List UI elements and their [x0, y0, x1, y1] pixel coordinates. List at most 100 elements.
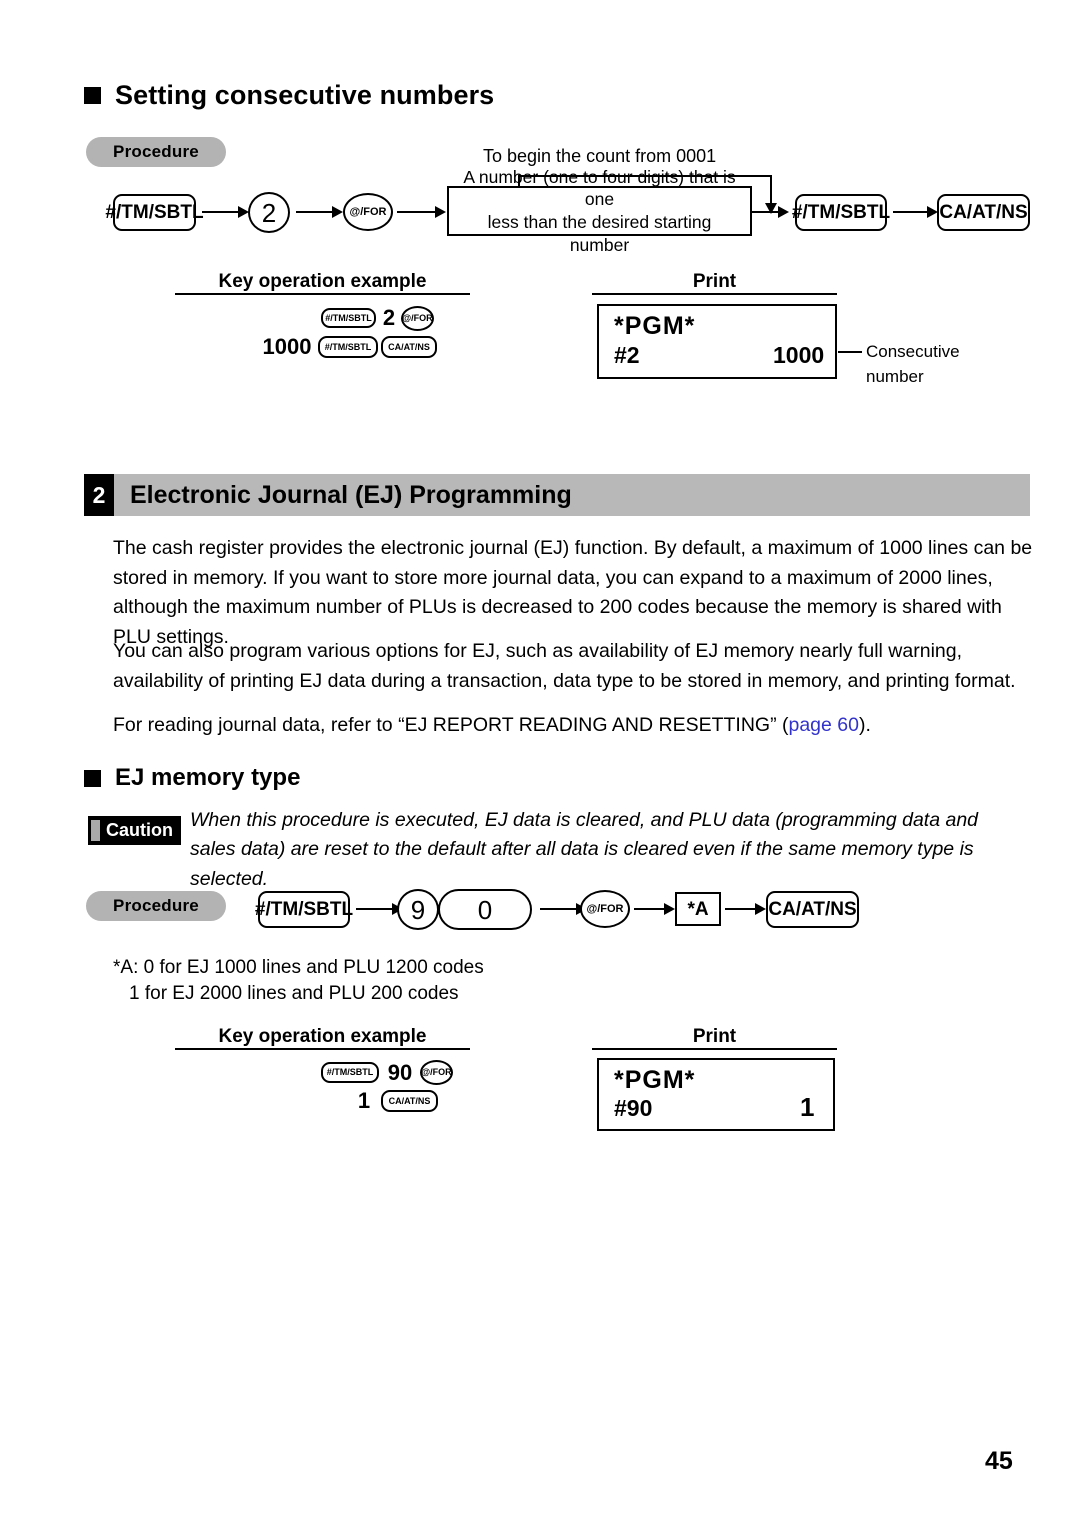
section-heading-setting-consecutive-numbers: Setting consecutive numbers	[84, 80, 494, 111]
print-2-value: 1	[800, 1092, 815, 1122]
section-heading-label: Setting consecutive numbers	[115, 80, 495, 110]
flow2-arrow-line-2	[540, 908, 578, 910]
page-number: 45	[985, 1447, 1013, 1475]
flow1-arrow-head-2	[332, 206, 343, 218]
print-2-code: #90	[614, 1095, 653, 1121]
caution-badge: Caution	[88, 816, 181, 845]
section-2-band: 2 Electronic Journal (EJ) Programming	[84, 474, 1030, 516]
section-2-paragraph-3-after: ).	[858, 714, 871, 736]
flow1-arrow-head-4	[778, 206, 789, 218]
caution-badge-label: Caution	[106, 820, 173, 840]
example-1-row2-number-label: 1000	[262, 334, 312, 359]
flow2-key-ca-at-ns: CA/AT/NS	[766, 891, 859, 928]
print-1-code: #2	[614, 342, 640, 368]
flow2-key-tm-sbtl-label: #/TM/SBTL	[254, 899, 354, 920]
print-2-pgm: *PGM*	[614, 1066, 696, 1094]
procedure-badge-1: Procedure	[86, 137, 226, 167]
example-1-row2-number: 1000	[258, 334, 316, 360]
section-2-title: Electronic Journal (EJ) Programming	[114, 474, 1030, 516]
flow1-key-ca-at-ns-label: CA/AT/NS	[939, 202, 1028, 223]
example-1-rule	[175, 293, 470, 295]
flow1-arrow-head-3	[435, 206, 446, 218]
print-1-value: 1000	[773, 342, 825, 368]
flow1-key-ca-at-ns: CA/AT/NS	[937, 194, 1030, 231]
flow2-key-digit-9: 9	[397, 889, 439, 930]
example-1-row2-key-tm-sbtl: #/TM/SBTL	[318, 336, 378, 358]
example-1-row1-key-tm-sbtl-label: #/TM/SBTL	[325, 312, 372, 323]
flow2-key-ca-at-ns-label: CA/AT/NS	[768, 899, 857, 920]
example-1-header: Key operation example	[218, 271, 427, 292]
flow2-arrow-line-4	[725, 908, 757, 910]
flow1-key-tm-sbtl-2: #/TM/SBTL	[792, 194, 890, 231]
flow2-key-digit-0: 0	[438, 889, 532, 930]
example-2-rule	[175, 1048, 470, 1050]
print-2-rule	[592, 1048, 837, 1050]
example-1-row2-key-ca-at-ns: CA/AT/NS	[381, 336, 437, 358]
section-heading-ej-memory-type: EJ memory type	[84, 764, 300, 792]
print-1-header: Print	[692, 271, 737, 292]
flow1-key-digit-2: 2	[248, 192, 290, 233]
flow1-arrow-line-4	[752, 211, 780, 213]
square-bullet-icon	[84, 87, 101, 104]
print-1-annotation-line2: number	[866, 366, 924, 386]
flow2-key-digit-9-label: 9	[410, 894, 426, 925]
flow2-key-tm-sbtl: #/TM/SBTL	[254, 891, 354, 928]
note-star-a-line-2: 1 for EJ 2000 lines and PLU 200 codes	[129, 983, 459, 1004]
section-2-number: 2	[84, 474, 114, 516]
example-1-row2-key-tm-sbtl-label: #/TM/SBTL	[324, 341, 372, 352]
flow1-callout-line1: A number (one to four digits) that is on…	[463, 166, 736, 210]
flow1-arrow-line-5	[893, 211, 929, 213]
flow2-key-star-a-label: *A	[687, 898, 709, 920]
caution-grip-icon	[91, 820, 100, 841]
flow1-arrow-line-2	[296, 211, 334, 213]
procedure-badge-2: Procedure	[86, 891, 226, 921]
flow1-arrow-line-1	[202, 211, 240, 213]
caution-text: When this procedure is executed, EJ data…	[190, 809, 979, 890]
section-2-paragraph-1: The cash register provides the electroni…	[113, 537, 1033, 648]
flow1-branch-vline-right	[770, 175, 772, 205]
example-1-row1-key-at-for-label: @/FOR	[402, 313, 433, 323]
note-star-a-line-1: *A: 0 for EJ 1000 lines and PLU 1200 cod…	[113, 957, 484, 978]
print-1-annotation-line1: Consecutive	[866, 342, 960, 361]
print-1-pgm: *PGM*	[614, 312, 696, 340]
example-2-row1-key-at-for-label: @/FOR	[421, 1067, 452, 1077]
example-2-row1-number-label: 90	[387, 1059, 413, 1085]
flow2-arrow-head-4	[755, 903, 766, 915]
flow1-arrow-line-3	[397, 211, 437, 213]
example-1-row1-number: 2	[379, 306, 399, 330]
page-60-link[interactable]: page 60	[788, 714, 859, 736]
section-2-paragraph-3-before: For reading journal data, refer to “EJ R…	[113, 714, 789, 736]
flow2-key-at-for: @/FOR	[580, 890, 630, 928]
flow2-key-star-a: *A	[675, 892, 721, 926]
example-2-row1-number: 90	[382, 1060, 418, 1085]
flow1-key-digit-2-label: 2	[261, 197, 277, 228]
flow1-key-at-for: @/FOR	[343, 193, 393, 231]
procedure-badge-2-label: Procedure	[113, 896, 199, 915]
print-2-header: Print	[692, 1026, 737, 1047]
flow2-key-at-for-label: @/FOR	[586, 902, 624, 915]
flow1-callout-box: A number (one to four digits) that is on…	[447, 167, 752, 255]
example-1-row2-key-ca-at-ns-label: CA/AT/NS	[388, 341, 430, 352]
example-2-row2-number: 1	[355, 1088, 373, 1114]
flow2-arrow-line-3	[634, 908, 666, 910]
example-1-row1-key-tm-sbtl: #/TM/SBTL	[321, 308, 376, 328]
section-2-paragraph-2: You can also program various options for…	[113, 640, 1016, 692]
flow1-key-at-for-label: @/FOR	[349, 205, 387, 218]
flow1-key-tm-sbtl-1-label: #/TM/SBTL	[105, 202, 204, 223]
print-1-leader-right	[843, 351, 861, 353]
section-2-paragraph-3: For reading journal data, refer to “EJ R…	[113, 711, 1038, 741]
example-2-header: Key operation example	[218, 1026, 427, 1047]
section-heading-ej-memory-type-label: EJ memory type	[115, 764, 301, 791]
print-1-rule	[592, 293, 837, 295]
example-2-row2-key-ca-at-ns-label: CA/AT/NS	[388, 1095, 431, 1106]
example-1-row1-number-label: 2	[382, 305, 396, 330]
print-1-annotation: Consecutive number	[866, 340, 960, 389]
example-1-row1-key-at-for: @/FOR	[401, 306, 434, 331]
flow1-callout-line2: less than the desired starting number	[487, 212, 712, 255]
example-2-row1-key-tm-sbtl-label: #/TM/SBTL	[326, 1067, 374, 1077]
example-2-row2-number-label: 1	[357, 1088, 371, 1113]
square-bullet-icon-2	[84, 769, 101, 787]
flow2-arrow-line-1	[356, 908, 394, 910]
example-2-row1-key-tm-sbtl: #/TM/SBTL	[321, 1062, 379, 1083]
document-page: Setting consecutive numbers Procedure To…	[0, 0, 1080, 1526]
